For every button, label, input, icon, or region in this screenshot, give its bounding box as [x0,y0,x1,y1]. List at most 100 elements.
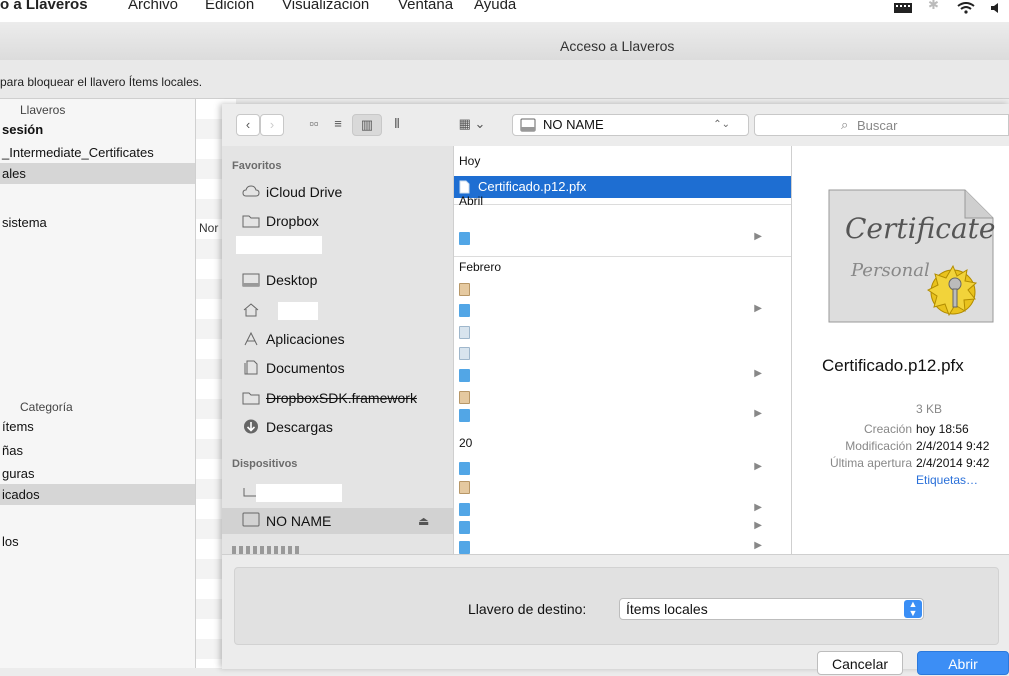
forward-button[interactable]: › [260,114,284,136]
favorites-sidebar: Favoritos iCloud Drive Dropbox Desktop A… [222,146,453,554]
image-file-icon [459,347,470,360]
preview-filename: Certificado.p12.pfx [822,356,964,375]
arrange-menu-icon[interactable]: ▦ ⌄ [454,114,490,136]
folder-icon [459,304,470,317]
certificate-icon: Certificate Personal [825,186,995,326]
location-label: NO NAME [543,117,604,132]
file-row[interactable]: ▶ [454,516,792,538]
chevron-right-icon: ▶ [754,408,762,419]
destination-value: Ítems locales [626,601,708,617]
category-item-all[interactable]: ítems [0,416,195,437]
cloud-icon [242,185,260,197]
favorite-icloud-drive[interactable]: iCloud Drive [222,180,453,204]
keychain-item-system[interactable]: sistema [0,212,195,233]
chevron-right-icon: ▶ [754,461,762,472]
drive-icon [520,118,536,132]
menu-ventana[interactable]: Ventana [398,0,453,13]
image-file-icon [459,326,470,339]
folder-icon [459,503,470,516]
list-column-header[interactable]: Nor [199,221,218,235]
redaction-box [278,302,318,320]
category-item-certificates[interactable]: icados [0,484,195,505]
favorite-documents[interactable]: Documentos [222,356,453,380]
devices-header: Dispositivos [232,458,298,470]
file-row[interactable]: ▶ [454,227,792,249]
menu-ayuda[interactable]: Ayuda [474,0,516,13]
search-field[interactable]: ⌕ Buscar [754,114,1009,136]
meta-label-creation: Creación [863,422,912,436]
documents-icon [244,360,258,375]
favorite-dropbox[interactable]: Dropbox [222,209,453,233]
favorite-redacted-1[interactable] [222,236,453,260]
folder-icon [459,409,470,422]
window-title: Acceso a Llaveros [560,38,675,54]
file-row[interactable]: ▶ [454,536,792,554]
folder-icon [459,369,470,382]
cancel-button[interactable]: Cancelar [817,651,903,675]
category-header: Categoría [20,400,73,414]
device-no-name[interactable]: NO NAME ⏏ [222,508,453,534]
file-row-selected[interactable]: Certificado.p12.pfx [454,176,792,198]
svg-text:Certificate: Certificate [845,212,995,245]
chevron-right-icon: ▶ [754,231,762,242]
keychains-header: Llaveros [20,103,66,117]
file-row[interactable] [454,476,792,498]
section-april: Abril [459,194,484,208]
keychain-item-intermediate[interactable]: _Intermediate_Certificates [0,142,195,163]
favorite-dropboxsdk[interactable]: DropboxSDK.framework [222,386,453,410]
back-button[interactable]: ‹ [236,114,260,136]
open-button[interactable]: Abrir [917,651,1009,675]
file-row[interactable]: ▶ [454,364,792,386]
folder-icon [459,541,470,554]
file-column[interactable]: Hoy Certificado.p12.pfx Abril ▶ Febrero … [453,146,792,554]
favorite-applications[interactable]: Aplicaciones [222,327,453,351]
favorite-home[interactable] [222,298,453,322]
column-view-icon[interactable]: ▥ [352,114,382,136]
preview-size: 3 KB [916,402,943,416]
drive-icon [242,512,260,527]
list-view-icon[interactable]: ≡ [326,114,350,136]
select-arrows-icon: ▲ ▼ [904,600,922,618]
category-item-secure-notes[interactable]: guras [0,463,195,484]
document-icon [459,180,470,194]
menu-bar: o a Llaveros Archivo Edición Visualizaci… [0,0,1009,23]
file-row[interactable] [454,321,792,343]
file-row[interactable] [454,278,792,300]
destination-select[interactable]: Ítems locales ▲ ▼ [619,598,924,620]
document-icon [459,283,470,296]
icon-view-icon[interactable]: ▫▫ [302,114,326,136]
menu-visualizacion[interactable]: Visualización [282,0,369,13]
section-february: Febrero [459,260,502,274]
meta-value-creation: hoy 18:56 [916,422,969,436]
location-popup[interactable]: NO NAME ⌃⌄ [512,114,749,136]
dialog-bottom: Llavero de destino: Ítems locales ▲ ▼ Can… [222,554,1009,675]
file-row[interactable] [454,342,792,364]
keychain-item-local[interactable]: ales [0,163,195,184]
keychain-item-session[interactable]: sesión [0,119,195,140]
bluetooth-status-icon[interactable]: ✱ [928,0,939,13]
favorites-header: Favoritos [232,160,282,172]
eject-icon[interactable]: ⏏ [418,508,429,534]
device-redacted[interactable] [222,480,453,504]
category-item-passwords[interactable]: ñas [0,440,195,461]
tags-link[interactable]: Etiquetas… [916,473,978,487]
chevron-right-icon: ▶ [754,368,762,379]
coverflow-view-icon[interactable]: ⫴ [382,114,412,136]
menu-archivo[interactable]: Archivo [128,0,178,13]
category-item-keys[interactable]: los [0,531,195,552]
keyboard-status-icon[interactable] [893,2,913,14]
chevron-right-icon: ▶ [754,520,762,531]
menu-edicion[interactable]: Edición [205,0,254,13]
section-cutoff [232,546,302,554]
favorite-downloads[interactable]: Descargas [222,415,453,439]
menu-app-name[interactable]: o a Llaveros [0,0,88,13]
favorite-desktop[interactable]: Desktop [222,268,453,292]
volume-status-icon[interactable] [990,2,1000,14]
destination-label: Llavero de destino: [468,601,587,617]
document-icon [459,481,470,494]
wifi-status-icon[interactable] [957,2,975,14]
desktop-icon [242,273,260,287]
dialog-toolbar: ‹ › ▫▫ ≡ ▥ ⫴ ▦ ⌄ NO NAME ⌃⌄ ⌕ Buscar [222,104,1009,146]
file-row[interactable]: ▶ [454,404,792,426]
file-row[interactable]: ▶ [454,299,792,321]
